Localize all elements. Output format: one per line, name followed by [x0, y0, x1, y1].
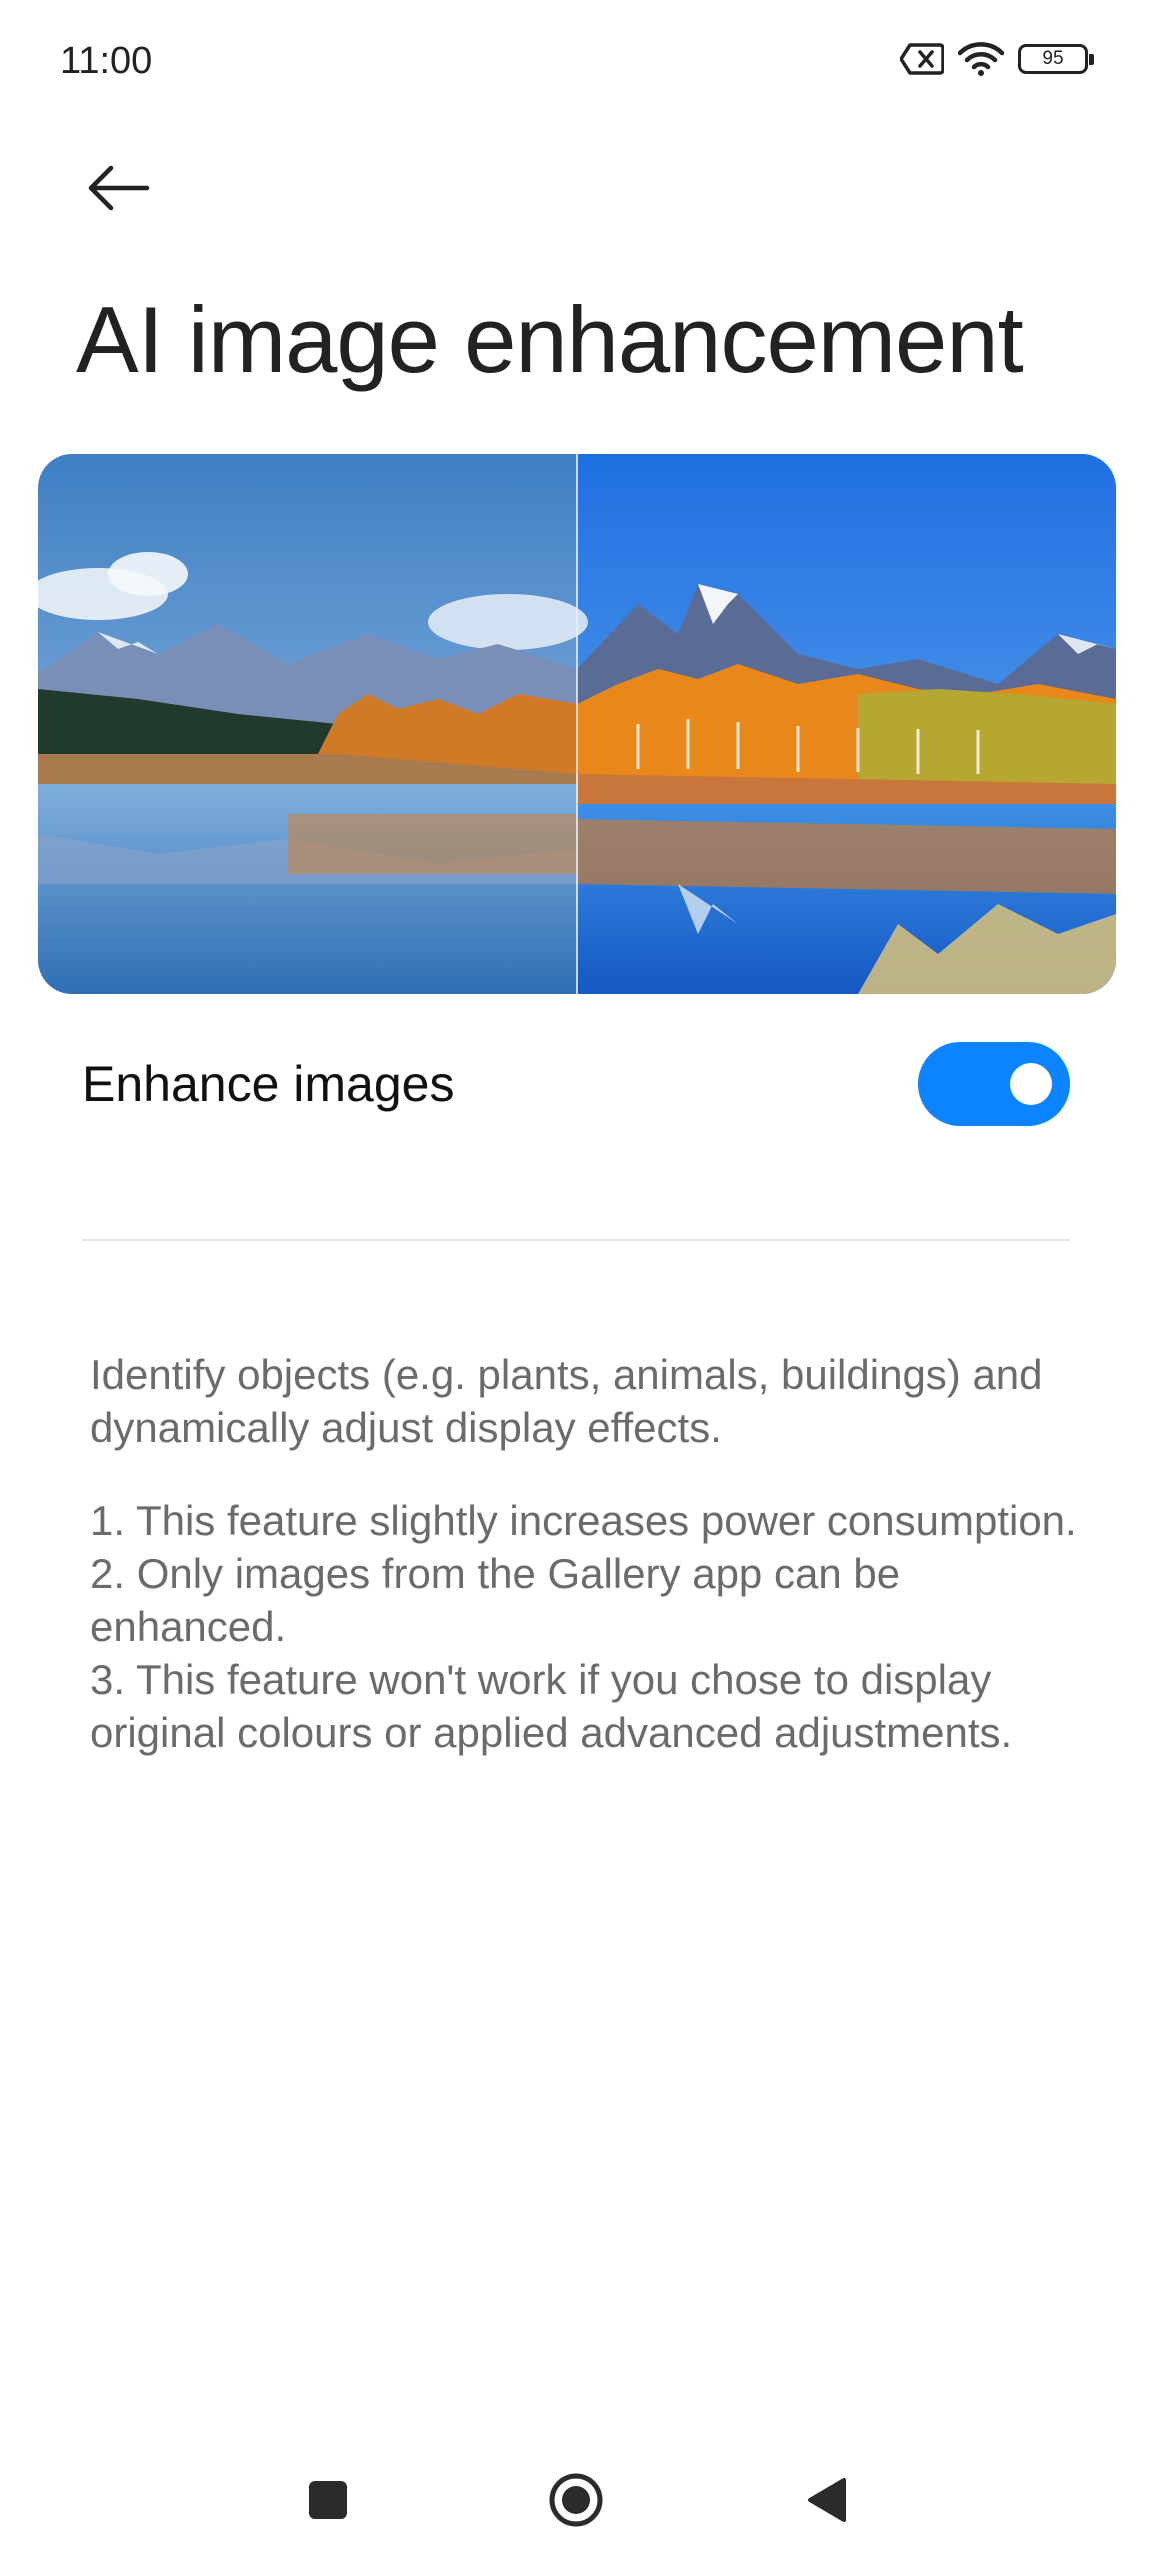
home-button[interactable] — [540, 2464, 612, 2536]
recents-square-icon — [309, 2481, 347, 2519]
wifi-icon — [958, 42, 1004, 76]
divider — [82, 1239, 1070, 1241]
before-after-preview-image — [38, 454, 1116, 994]
status-icons: 95 — [900, 42, 1094, 76]
status-time: 11:00 — [60, 40, 153, 82]
toggle-knob — [1010, 1063, 1052, 1105]
navigation-bar — [0, 2440, 1152, 2550]
battery-icon: 95 — [1018, 44, 1094, 74]
status-bar: 11:00 95 — [0, 0, 1152, 124]
note-item: 2. Only images from the Gallery app can … — [90, 1550, 901, 1650]
recents-button[interactable] — [292, 2464, 364, 2536]
enhance-images-toggle[interactable] — [918, 1042, 1070, 1126]
nav-back-button[interactable] — [790, 2464, 862, 2536]
battery-level: 95 — [1042, 48, 1064, 69]
page-title: AI image enhancement — [76, 287, 1024, 392]
description-notes: 1. This feature slightly increases power… — [90, 1494, 1080, 1759]
sim-missing-icon — [900, 42, 944, 76]
arrow-left-icon — [88, 165, 150, 211]
back-triangle-icon — [808, 2478, 846, 2522]
enhance-images-label: Enhance images — [82, 1056, 455, 1112]
home-circle-icon — [549, 2473, 603, 2527]
note-item: 3. This feature won't work if you chose … — [90, 1656, 1013, 1756]
description: Identify objects (e.g. plants, animals, … — [90, 1348, 1080, 1759]
note-item: 1. This feature slightly increases power… — [90, 1497, 1077, 1544]
back-button[interactable] — [70, 140, 166, 236]
enhance-images-row[interactable]: Enhance images — [82, 1036, 1070, 1132]
description-intro: Identify objects (e.g. plants, animals, … — [90, 1351, 1043, 1451]
